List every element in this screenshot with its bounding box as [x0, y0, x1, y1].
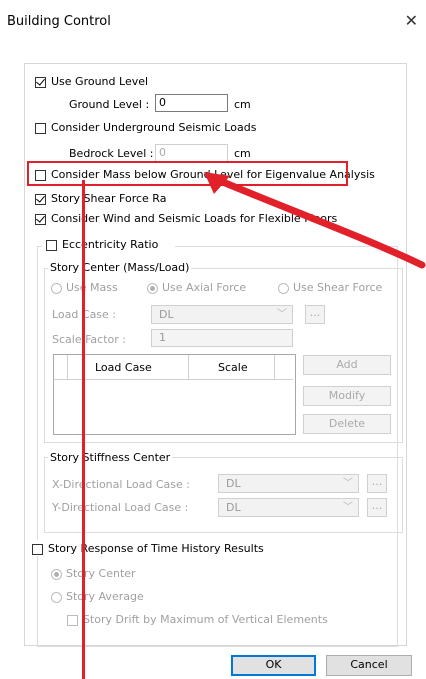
- x-directional-label: X-Directional Load Case :: [52, 478, 190, 491]
- x-directional-select[interactable]: DL ﹀: [218, 474, 359, 493]
- story-shear-force-checkbox[interactable]: [35, 194, 46, 205]
- modify-button[interactable]: Modify: [303, 386, 391, 406]
- table-header-row: [54, 355, 293, 380]
- y-directional-value: DL: [226, 501, 241, 514]
- title-bar: Building Control ✕: [0, 0, 426, 44]
- time-history-label: Story Response of Time History Results: [48, 542, 264, 555]
- load-case-header: Load Case: [95, 361, 152, 374]
- story-center-title: Story Center (Mass/Load): [48, 261, 192, 274]
- chevron-down-icon: ﹀: [343, 502, 353, 513]
- use-mass-radio[interactable]: [51, 283, 62, 294]
- th-story-center-label: Story Center: [66, 567, 136, 580]
- scale-factor-label: Scale Factor :: [52, 333, 126, 346]
- scale-factor-input[interactable]: 1: [151, 329, 293, 347]
- story-drift-checkbox[interactable]: [67, 615, 78, 626]
- use-axial-force-radio[interactable]: [147, 283, 158, 294]
- annotation-arrow: [204, 172, 426, 269]
- close-icon[interactable]: ✕: [405, 11, 418, 30]
- x-directional-value: DL: [226, 477, 241, 490]
- story-drift-label: Story Drift by Maximum of Vertical Eleme…: [83, 613, 328, 626]
- th-story-center-radio[interactable]: [51, 569, 62, 580]
- load-case-value: DL: [159, 308, 174, 321]
- time-history-checkbox[interactable]: [32, 544, 43, 555]
- th-story-average-radio[interactable]: [51, 592, 62, 603]
- stiffness-center-title: Story Stiffness Center: [48, 451, 173, 464]
- delete-button[interactable]: Delete: [303, 414, 391, 434]
- ok-button[interactable]: OK: [231, 655, 316, 676]
- eccentricity-checkbox[interactable]: [46, 240, 57, 251]
- y-directional-select[interactable]: DL ﹀: [218, 498, 359, 517]
- ground-level-input[interactable]: 0: [155, 94, 228, 112]
- chevron-down-icon: ﹀: [277, 309, 287, 320]
- underground-seismic-checkbox[interactable]: [35, 123, 46, 134]
- x-directional-ellipsis-button[interactable]: ...: [367, 474, 387, 493]
- y-directional-label: Y-Directional Load Case :: [52, 501, 189, 514]
- flexible-floors-checkbox[interactable]: [35, 214, 46, 225]
- use-mass-label: Use Mass: [66, 281, 118, 294]
- bedrock-level-label: Bedrock Level :: [69, 147, 154, 160]
- stiffness-center-group: [44, 457, 403, 533]
- use-ground-level-label: Use Ground Level: [51, 75, 149, 88]
- th-story-average-label: Story Average: [66, 590, 144, 603]
- use-ground-level-checkbox[interactable]: [35, 77, 46, 88]
- y-directional-ellipsis-button[interactable]: ...: [367, 498, 387, 517]
- cancel-button[interactable]: Cancel: [326, 655, 412, 676]
- scale-header: Scale: [218, 361, 248, 374]
- load-case-ellipsis-button[interactable]: ...: [305, 305, 325, 324]
- story-shear-force-label: Story Shear Force Ra: [51, 192, 167, 205]
- load-case-select[interactable]: DL ﹀: [151, 305, 293, 324]
- ground-level-unit: cm: [234, 98, 251, 111]
- annotation-vertical-line: [82, 180, 85, 679]
- underground-seismic-label: Consider Underground Seismic Loads: [51, 121, 257, 134]
- window-title: Building Control: [7, 14, 111, 29]
- chevron-down-icon: ﹀: [343, 478, 353, 489]
- bedrock-level-input[interactable]: 0: [155, 144, 228, 162]
- bedrock-level-unit: cm: [234, 147, 251, 160]
- ground-level-label: Ground Level :: [69, 98, 150, 111]
- eccentricity-label: Eccentricity Ratio: [62, 238, 159, 251]
- add-button[interactable]: Add: [303, 355, 391, 375]
